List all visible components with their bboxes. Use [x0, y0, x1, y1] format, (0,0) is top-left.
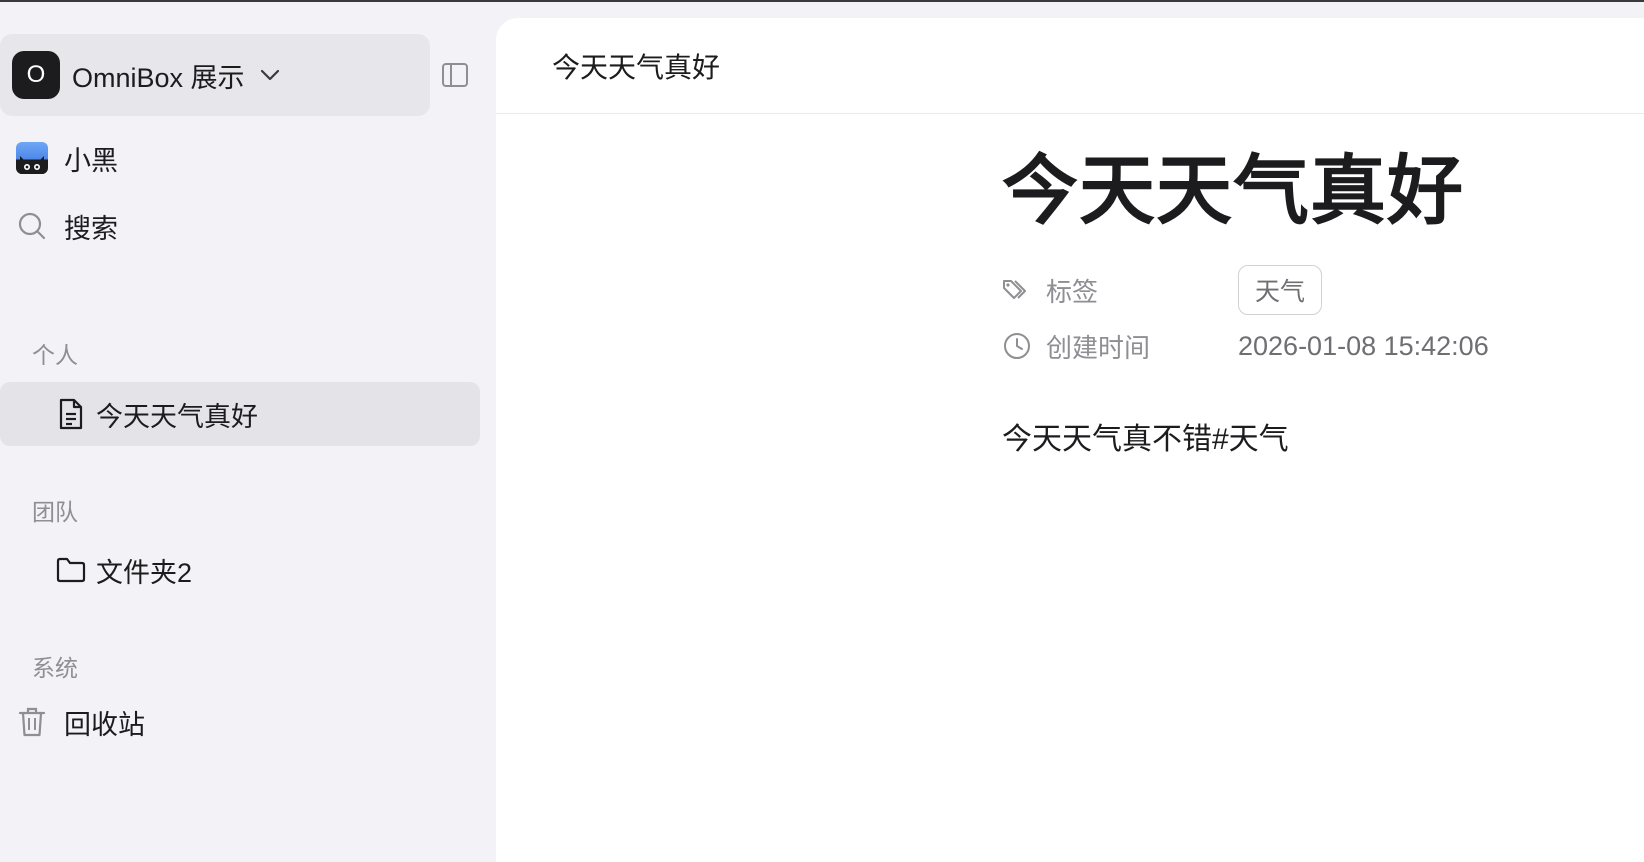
property-created-key: 创建时间: [1002, 328, 1238, 365]
tree-item-folder[interactable]: 文件夹2: [0, 538, 480, 602]
trash-icon: [16, 706, 48, 738]
chevron-down-icon: [259, 68, 281, 82]
property-tags-key: 标签: [1002, 272, 1238, 309]
tree-item-folder-label: 文件夹2: [96, 557, 193, 588]
sidebar-item-user-label: 小黑: [64, 145, 118, 176]
property-created-value: 2026-01-08 15:42:06: [1238, 330, 1489, 361]
workspace-name: OmniBox 展示: [72, 62, 245, 93]
property-tags-row: 标签 天气: [1002, 262, 1622, 318]
sidebar-item-search[interactable]: 搜索: [0, 198, 480, 254]
workspace-switcher[interactable]: O OmniBox 展示: [0, 34, 430, 116]
tag-chip[interactable]: 天气: [1238, 265, 1323, 315]
workspace-avatar: O: [12, 51, 60, 99]
document: 今天天气真好 标签 天气 创建时间 2026-01-08 15:42:06 今天…: [1002, 144, 1622, 458]
tree-item-document[interactable]: 今天天气真好: [0, 382, 480, 446]
user-avatar: [16, 142, 48, 174]
folder-icon: [56, 554, 86, 586]
sidebar-item-trash-label: 回收站: [64, 709, 145, 740]
property-created-label: 创建时间: [1046, 332, 1151, 363]
main-panel: 今天天气真好 今天天气真好 标签 天气 创建时间 2026-01-08 15:4…: [496, 18, 1644, 862]
property-tags-label: 标签: [1046, 276, 1099, 307]
header-title: 今天天气真好: [552, 51, 721, 83]
cat-avatar-icon: [16, 142, 48, 174]
clock-icon: [1002, 331, 1032, 361]
tag-icon: [1002, 275, 1032, 305]
section-label-team: 团队: [32, 499, 78, 525]
sidebar-item-search-label: 搜索: [64, 213, 118, 244]
sidebar-item-user[interactable]: 小黑: [0, 130, 480, 186]
tree-item-document-label: 今天天气真好: [96, 401, 258, 432]
section-label-system: 系统: [32, 655, 78, 681]
sidebar: O OmniBox 展示 小黑 搜索 个人 今天天气真好 团队 文件夹2 系统 …: [0, 2, 496, 862]
sidebar-item-trash[interactable]: 回收站: [0, 694, 480, 750]
section-label-personal: 个人: [32, 342, 78, 368]
search-icon: [16, 210, 48, 242]
main-header: 今天天气真好: [496, 18, 1644, 114]
property-created-row: 创建时间 2026-01-08 15:42:06: [1002, 318, 1622, 374]
doc-title[interactable]: 今天天气真好: [1002, 144, 1622, 240]
doc-body[interactable]: 今天天气真不错#天气: [1002, 414, 1622, 458]
document-icon: [56, 398, 86, 430]
sidebar-toggle-icon[interactable]: [438, 58, 472, 92]
